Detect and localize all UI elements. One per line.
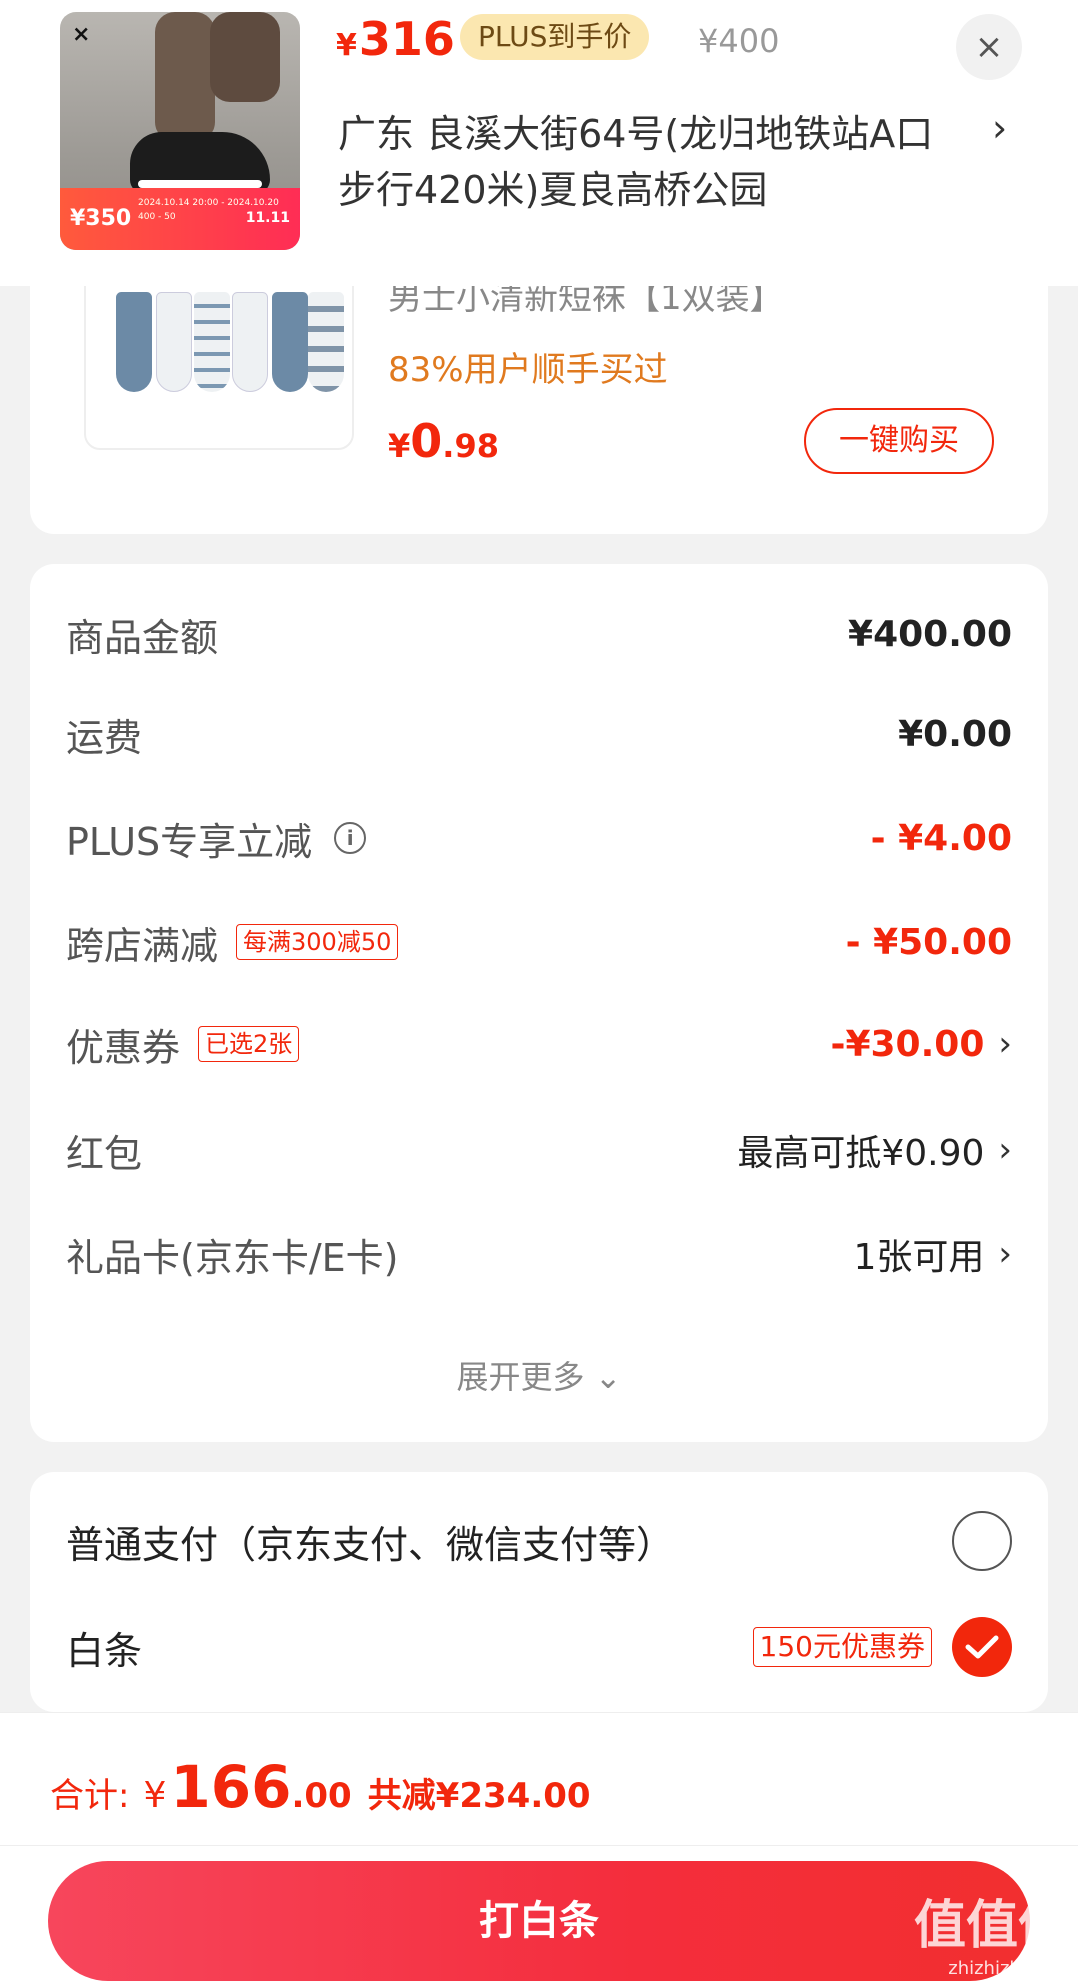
order-total: 合计: ¥ 166 .00 共减¥234.00 bbox=[50, 1753, 591, 1821]
expand-more-label: 展开更多 bbox=[456, 1358, 585, 1396]
recommendation-price: ¥ 0 .98 bbox=[388, 414, 499, 468]
summary-label-wrap: 优惠券 已选2张 bbox=[66, 1017, 300, 1072]
price-integer: 0 bbox=[410, 414, 443, 468]
thumb-promo-price: ¥350 bbox=[70, 206, 132, 231]
shoe-image bbox=[130, 132, 270, 194]
summary-value: - ¥50.00 bbox=[845, 921, 1012, 963]
sock-image bbox=[232, 292, 268, 392]
summary-label: 运费 bbox=[66, 715, 143, 760]
sock-image bbox=[272, 292, 308, 392]
summary-value: 1张可用 bbox=[853, 1237, 985, 1278]
product-thumbnail[interactable]: ⨯ ¥350 2024.10.14 20:00 - 2024.10.20 400… bbox=[60, 12, 300, 250]
summary-label: 商品金额 bbox=[66, 615, 219, 660]
summary-label-wrap: PLUS专享立减 i bbox=[66, 811, 367, 866]
thumb-promo-banner: ¥350 2024.10.14 20:00 - 2024.10.20 400 -… bbox=[60, 188, 300, 250]
payment-option-right: 150元优惠券 bbox=[735, 1617, 1012, 1677]
summary-value-wrap: 1张可用 › bbox=[853, 1228, 1012, 1280]
divider bbox=[0, 1845, 1078, 1846]
chevron-right-icon[interactable]: › bbox=[992, 106, 1007, 150]
summary-value: - ¥4.00 bbox=[870, 817, 1012, 859]
product-header: ⨯ ¥350 2024.10.14 20:00 - 2024.10.20 400… bbox=[0, 0, 1078, 286]
coupon-tag: 150元优惠券 bbox=[752, 1627, 932, 1667]
summary-row-cross-store: 跨店满减 每满300减50 - ¥50.00 bbox=[66, 912, 1012, 972]
payment-option-label: 白条 bbox=[66, 1628, 143, 1673]
total-integer: 166 bbox=[170, 1753, 292, 1821]
info-icon[interactable]: i bbox=[334, 822, 367, 854]
checkout-bar: 合计: ¥ 166 .00 共减¥234.00 打白条 值值值 zhizhizh… bbox=[0, 1712, 1078, 1988]
pay-with-baitiao-button[interactable]: 打白条 bbox=[48, 1861, 1030, 1981]
summary-row-coupon[interactable]: 优惠券 已选2张 -¥30.00 › bbox=[66, 1014, 1012, 1074]
summary-row-red-packet[interactable]: 红包 最高可抵¥0.90 › bbox=[66, 1120, 1012, 1180]
chevron-right-icon: › bbox=[998, 1234, 1012, 1274]
original-price: ¥400 bbox=[698, 22, 780, 60]
summary-label-wrap: 跨店满减 每满300减50 bbox=[66, 915, 399, 970]
summary-value-wrap: -¥30.00 › bbox=[831, 1024, 1012, 1065]
radio-checked-icon[interactable] bbox=[952, 1617, 1012, 1677]
price-decimal: .98 bbox=[442, 427, 499, 465]
summary-row-gift-card[interactable]: 礼品卡(京东卡/E卡) 1张可用 › bbox=[66, 1224, 1012, 1284]
thumb-leg bbox=[155, 12, 215, 142]
total-saved: 共减¥234.00 bbox=[367, 1776, 591, 1816]
summary-label: 优惠券 bbox=[66, 1025, 181, 1070]
total-currency: ¥ bbox=[143, 1775, 167, 1816]
promo-tag: 每满300减50 bbox=[236, 924, 399, 960]
summary-row-shipping: 运费 ¥0.00 bbox=[66, 704, 1012, 764]
close-icon: × bbox=[974, 27, 1004, 67]
summary-value: -¥30.00 bbox=[830, 1023, 985, 1065]
thumb-promo-mini-2: 400 - 50 bbox=[138, 212, 176, 222]
price-currency: ¥ bbox=[336, 28, 357, 63]
chevron-down-icon: ⌄ bbox=[594, 1358, 622, 1396]
sock-image bbox=[194, 292, 230, 392]
summary-label: 红包 bbox=[66, 1131, 143, 1176]
summary-value: ¥0.00 bbox=[898, 713, 1012, 755]
summary-row-plus-discount: PLUS专享立减 i - ¥4.00 bbox=[66, 808, 1012, 868]
summary-row-goods-amount: 商品金额 ¥400.00 bbox=[66, 604, 1012, 664]
recommendation-subtitle: 83%用户顺手买过 bbox=[388, 350, 668, 390]
site-watermark: 值值值 zhizhizhi.com bbox=[914, 1883, 1070, 1979]
summary-label: PLUS专享立减 bbox=[66, 819, 313, 864]
summary-value: ¥400.00 bbox=[848, 613, 1012, 655]
price-value: 316 bbox=[358, 12, 455, 66]
summary-value-wrap: 最高可抵¥0.90 › bbox=[737, 1124, 1012, 1176]
sock-image bbox=[308, 292, 344, 392]
watermark-url: zhizhizhi.com bbox=[948, 1958, 1070, 1979]
checkmark-icon bbox=[965, 1635, 999, 1659]
total-label: 合计: bbox=[50, 1776, 130, 1816]
payment-option-baitiao[interactable]: 白条 150元优惠券 bbox=[66, 1612, 1012, 1682]
total-decimal: .00 bbox=[291, 1776, 352, 1816]
one-click-buy-button[interactable]: 一键购买 bbox=[804, 408, 994, 474]
close-button[interactable]: × bbox=[956, 14, 1022, 80]
sock-image bbox=[116, 292, 152, 392]
summary-label: 礼品卡(京东卡/E卡) bbox=[66, 1235, 399, 1280]
plus-price-tag: PLUS到手价 bbox=[460, 14, 650, 60]
summary-label: 跨店满减 bbox=[66, 923, 219, 968]
order-summary-card: 商品金额 ¥400.00 运费 ¥0.00 PLUS专享立减 i - ¥4.00… bbox=[30, 564, 1048, 1442]
sock-image bbox=[156, 292, 192, 392]
thumb-leg-2 bbox=[210, 12, 280, 102]
plus-price: ¥ 316 bbox=[336, 12, 455, 68]
watermark-text: 值值值 bbox=[913, 1896, 1070, 1956]
chevron-right-icon: › bbox=[998, 1024, 1012, 1064]
payment-method-card: 普通支付（京东支付、微信支付等） 白条 150元优惠券 bbox=[30, 1472, 1048, 1712]
thumb-promo-mini-1: 2024.10.14 20:00 - 2024.10.20 bbox=[138, 198, 279, 208]
under-armour-logo-icon: ⨯ bbox=[72, 22, 91, 47]
pay-button-label: 打白条 bbox=[479, 1898, 599, 1944]
expand-more-button[interactable]: 展开更多 ⌄ bbox=[30, 1352, 1048, 1398]
thumb-promo-logo: 11.11 bbox=[245, 210, 290, 226]
payment-option-normal[interactable]: 普通支付（京东支付、微信支付等） bbox=[66, 1506, 1012, 1576]
payment-option-label: 普通支付（京东支付、微信支付等） bbox=[66, 1522, 675, 1567]
chevron-right-icon: › bbox=[998, 1130, 1012, 1170]
price-currency: ¥ bbox=[388, 427, 411, 465]
coupon-selected-tag: 已选2张 bbox=[198, 1026, 300, 1062]
summary-value: 最高可抵¥0.90 bbox=[737, 1133, 985, 1174]
radio-unchecked-icon[interactable] bbox=[952, 1511, 1012, 1571]
delivery-address[interactable]: 广东 良溪大街64号(龙归地铁站A口步行420米)夏良高桥公园 bbox=[338, 106, 958, 218]
